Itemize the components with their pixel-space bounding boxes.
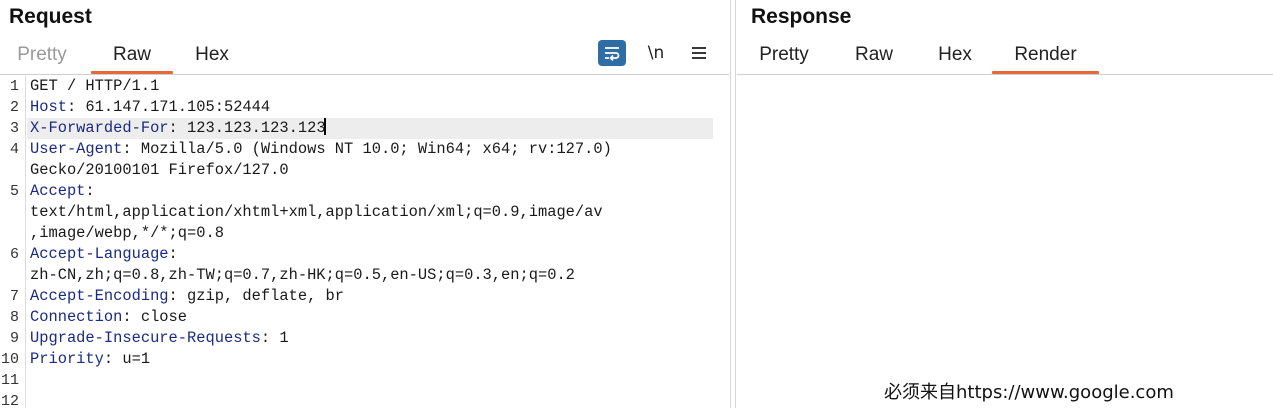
line-code: GET / HTTP/1.1 xyxy=(30,76,159,97)
header-value: : 61.147.171.105:52444 xyxy=(66,98,271,116)
line-code: Upgrade-Insecure-Requests: 1 xyxy=(30,328,289,349)
header-name: Accept-Encoding xyxy=(30,287,169,305)
request-pane: Request Pretty Raw Hex \n 1 GET / HTTP/1.… xyxy=(0,0,729,410)
editor-line: 9 Upgrade-Insecure-Requests: 1 xyxy=(0,328,729,349)
editor-line: 6 Accept-Language: xyxy=(0,244,729,265)
header-value: : close xyxy=(122,308,188,326)
line-number: 6 xyxy=(9,246,19,263)
line-code: Accept-Encoding: gzip, deflate, br xyxy=(30,286,344,307)
editor-line: 10 Priority: u=1 xyxy=(0,349,729,370)
pane-splitter[interactable] xyxy=(729,0,737,408)
hamburger-menu-icon xyxy=(692,47,706,59)
line-code: Gecko/20100101 Firefox/127.0 xyxy=(30,160,289,181)
editor-line: ,image/webp,*/*;q=0.8 xyxy=(0,223,729,244)
editor-line: Gecko/20100101 Firefox/127.0 xyxy=(0,160,729,181)
header-name: Accept-Language xyxy=(30,245,169,263)
header-value: zh-CN,zh;q=0.8,zh-TW;q=0.7,zh-HK;q=0.5,e… xyxy=(30,266,575,284)
header-value: : gzip, deflate, br xyxy=(168,287,345,305)
line-number: 2 xyxy=(9,99,19,116)
editor-line: 7 Accept-Encoding: gzip, deflate, br xyxy=(0,286,729,307)
editor-line: 1 GET / HTTP/1.1 xyxy=(0,76,729,97)
line-code: X-Forwarded-For: 123.123.123.123 xyxy=(30,118,326,139)
header-value: : xyxy=(85,182,95,200)
line-number: 4 xyxy=(9,141,19,158)
text-wrap-button[interactable] xyxy=(598,40,626,66)
editor-line: zh-CN,zh;q=0.8,zh-TW;q=0.7,zh-HK;q=0.5,e… xyxy=(0,265,729,286)
text-wrap-icon xyxy=(605,47,620,62)
editor-line: 3 X-Forwarded-For: 123.123.123.123 xyxy=(0,118,729,139)
line-code: Accept: xyxy=(30,181,95,202)
header-value: Gecko/20100101 Firefox/127.0 xyxy=(30,161,289,179)
editor-line: 5 Accept: xyxy=(0,181,729,202)
response-title: Response xyxy=(751,5,852,28)
line-code: User-Agent: Mozilla/5.0 (Windows NT 10.0… xyxy=(30,139,612,160)
options-menu-button[interactable] xyxy=(688,40,710,66)
editor-line: 11 xyxy=(0,370,729,391)
header-name: Upgrade-Insecure-Requests xyxy=(30,329,261,347)
line-number: 10 xyxy=(0,351,19,368)
header-name: Accept xyxy=(30,182,86,200)
editor-line: text/html,application/xhtml+xml,applicat… xyxy=(0,202,729,223)
rendered-page-text: 必须来自https://www.google.com xyxy=(884,382,1174,403)
line-code: text/html,application/xhtml+xml,applicat… xyxy=(30,202,603,223)
editor-line: 4 User-Agent: Mozilla/5.0 (Windows NT 10.… xyxy=(0,139,729,160)
line-code: Accept-Language: xyxy=(30,244,178,265)
header-name: X-Forwarded-For xyxy=(30,119,169,137)
line-number: 12 xyxy=(0,393,19,410)
tab-response-pretty[interactable]: Pretty xyxy=(751,40,817,72)
text-caret xyxy=(323,118,326,135)
line-number: 8 xyxy=(9,309,19,326)
line-number: 7 xyxy=(9,288,19,305)
editor-line: 2 Host: 61.147.171.105:52444 xyxy=(0,97,729,118)
editor-line: 8 Connection: close xyxy=(0,307,729,328)
header-value: : xyxy=(168,245,178,263)
header-value: text/html,application/xhtml+xml,applicat… xyxy=(30,203,603,221)
header-value: ,image/webp,*/*;q=0.8 xyxy=(30,224,224,242)
line-code: Host: 61.147.171.105:52444 xyxy=(30,97,270,118)
header-value: : 1 xyxy=(260,329,289,347)
response-pane: Response Pretty Raw Hex Render 必须来自https… xyxy=(737,0,1273,408)
header-name: Priority xyxy=(30,350,104,368)
header-name: Host xyxy=(30,98,67,116)
tab-response-render[interactable]: Render xyxy=(992,40,1099,74)
header-name: Connection xyxy=(30,308,123,326)
request-title: Request xyxy=(9,5,92,28)
response-tabs: Pretty Raw Hex Render xyxy=(737,40,1273,75)
tab-request-pretty[interactable]: Pretty xyxy=(12,40,72,72)
line-number: 9 xyxy=(9,330,19,347)
tab-response-hex[interactable]: Hex xyxy=(931,40,979,72)
line-number: 1 xyxy=(9,78,19,95)
header-value: : u=1 xyxy=(103,350,151,368)
line-number: 11 xyxy=(0,372,19,389)
line-number: 3 xyxy=(9,120,19,137)
header-name: User-Agent xyxy=(30,140,123,158)
line-number: 5 xyxy=(9,183,19,200)
tab-request-hex[interactable]: Hex xyxy=(188,40,236,72)
show-newlines-button[interactable]: \n xyxy=(644,40,668,66)
header-value: : 123.123.123.123 xyxy=(168,119,326,137)
render-view: 必须来自https://www.google.com xyxy=(737,75,1273,408)
line-code: ,image/webp,*/*;q=0.8 xyxy=(30,223,224,244)
line-code: Priority: u=1 xyxy=(30,349,150,370)
line-code: Connection: close xyxy=(30,307,187,328)
tab-response-raw[interactable]: Raw xyxy=(847,40,901,72)
header-value: GET / HTTP/1.1 xyxy=(30,77,160,95)
tab-request-raw[interactable]: Raw xyxy=(91,40,173,74)
line-code: zh-CN,zh;q=0.8,zh-TW;q=0.7,zh-HK;q=0.5,e… xyxy=(30,265,575,286)
request-editor[interactable]: 1 GET / HTTP/1.1 2 Host: 61.147.171.105:524… xyxy=(0,76,729,410)
editor-line: 12 xyxy=(0,391,729,412)
header-value: : Mozilla/5.0 (Windows NT 10.0; Win64; x… xyxy=(122,140,612,158)
